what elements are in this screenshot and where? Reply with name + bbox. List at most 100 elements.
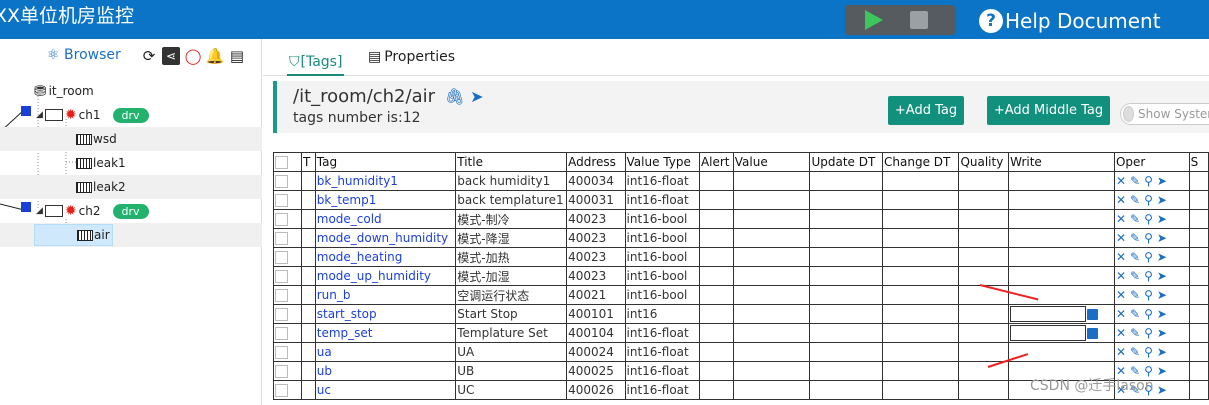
send-icon[interactable]: ➤ xyxy=(1157,288,1171,302)
book-icon[interactable]: ▤ xyxy=(228,47,246,65)
tree-node-leak2[interactable]: leak2 xyxy=(0,175,262,199)
row-checkbox[interactable] xyxy=(275,251,288,264)
row-checkbox[interactable] xyxy=(275,289,288,302)
send-icon[interactable]: ➤ xyxy=(1157,231,1171,245)
tag-link[interactable]: start_stop xyxy=(314,304,457,324)
share-icon[interactable]: ⋖ xyxy=(162,47,180,65)
tag-link[interactable]: ub xyxy=(314,361,457,381)
row-checkbox[interactable] xyxy=(275,327,288,340)
send-icon[interactable]: ➤ xyxy=(1157,345,1171,359)
table-row[interactable]: mode_up_humidity 模式-加湿 40023 int16-bool ✕✎⚲➤ xyxy=(273,266,1209,286)
row-checkbox[interactable] xyxy=(275,365,288,378)
paperclip-icon[interactable]: ⚲ xyxy=(1144,269,1157,283)
row-checkbox[interactable] xyxy=(275,270,288,283)
table-row[interactable]: bk_temp1 back templature1 400031 int16-floa… xyxy=(273,190,1209,210)
send-icon[interactable]: ➤ xyxy=(470,87,483,106)
paperclip-icon[interactable]: ⚲ xyxy=(1144,174,1157,188)
tree-node-wsd[interactable]: wsd xyxy=(0,127,262,151)
edit-icon[interactable]: ✎ xyxy=(1130,231,1144,245)
edit-icon[interactable]: ✎ xyxy=(1130,193,1144,207)
table-row[interactable]: temp_set Templature Set 400104 int16-float ✕… xyxy=(273,323,1209,343)
table-row[interactable]: run_b 空调运行状态 40021 int16-bool ✕✎⚲➤ xyxy=(273,285,1209,305)
paperclip-icon[interactable]: ⚲ xyxy=(1144,212,1157,226)
edit-icon[interactable]: ✎ xyxy=(1130,307,1144,321)
delete-icon[interactable]: ✕ xyxy=(1116,345,1130,359)
delete-icon[interactable]: ✕ xyxy=(1116,307,1130,321)
send-icon[interactable]: ➤ xyxy=(1157,364,1171,378)
edit-icon[interactable]: ✎ xyxy=(1130,269,1144,283)
tree-node-ch2[interactable]: ◢ ✹ ch2 drv xyxy=(0,199,262,223)
edit-icon[interactable]: ✎ xyxy=(1130,345,1144,359)
edit-icon[interactable]: ✎ xyxy=(1130,326,1144,340)
paperclip-icon[interactable]: 🖇 xyxy=(445,87,465,106)
delete-icon[interactable]: ✕ xyxy=(1116,250,1130,264)
delete-icon[interactable]: ✕ xyxy=(1116,288,1130,302)
send-icon[interactable]: ➤ xyxy=(1157,174,1171,188)
tag-link[interactable]: temp_set xyxy=(314,323,457,343)
delete-icon[interactable]: ✕ xyxy=(1116,231,1130,245)
send-icon[interactable]: ➤ xyxy=(1157,212,1171,226)
delete-icon[interactable]: ✕ xyxy=(1116,326,1130,340)
play-icon[interactable] xyxy=(865,10,883,30)
send-icon[interactable]: ➤ xyxy=(1157,250,1171,264)
table-row[interactable]: mode_heating 模式-加热 40023 int16-bool ✕✎⚲➤ xyxy=(273,247,1209,267)
add-middle-tag-button[interactable]: +Add Middle Tag xyxy=(987,96,1110,125)
tag-link[interactable]: mode_heating xyxy=(314,247,457,267)
edit-icon[interactable]: ✎ xyxy=(1130,288,1144,302)
row-checkbox[interactable] xyxy=(275,346,288,359)
bell-icon[interactable]: 🔔 xyxy=(206,47,225,65)
table-row[interactable]: mode_cold 模式-制冷 40023 int16-bool ✕✎⚲➤ xyxy=(273,209,1209,229)
tree-node-it-room[interactable]: ⛃ it_room xyxy=(0,79,262,103)
send-icon[interactable]: ➤ xyxy=(1157,326,1171,340)
tree-node-air[interactable]: air xyxy=(0,223,262,247)
tree-node-leak1[interactable]: leak1 xyxy=(0,151,262,175)
tag-link[interactable]: uc xyxy=(314,380,457,400)
paperclip-icon[interactable]: ⚲ xyxy=(1144,307,1157,321)
power-icon[interactable]: ◯ xyxy=(184,47,202,65)
table-row[interactable]: mode_down_humidity 模式-降湿 40023 int16-bool ✕✎… xyxy=(273,228,1209,248)
table-row[interactable]: start_stop Start Stop 400101 int16 ✕✎⚲➤ xyxy=(273,304,1209,324)
paperclip-icon[interactable]: ⚲ xyxy=(1144,326,1157,340)
send-icon[interactable]: ➤ xyxy=(1157,269,1171,283)
help-document-link[interactable]: ? Help Document xyxy=(979,7,1161,35)
edit-icon[interactable]: ✎ xyxy=(1130,250,1144,264)
row-checkbox[interactable] xyxy=(275,213,288,226)
delete-icon[interactable]: ✕ xyxy=(1116,193,1130,207)
tag-link[interactable]: mode_down_humidity xyxy=(314,228,457,248)
tag-link[interactable]: mode_up_humidity xyxy=(314,266,457,286)
row-checkbox[interactable] xyxy=(275,232,288,245)
paperclip-icon[interactable]: ⚲ xyxy=(1144,193,1157,207)
send-icon[interactable]: ➤ xyxy=(1157,307,1171,321)
edit-icon[interactable]: ✎ xyxy=(1130,174,1144,188)
row-checkbox[interactable] xyxy=(275,384,288,397)
delete-icon[interactable]: ✕ xyxy=(1116,212,1130,226)
expand-icon[interactable]: ◢ xyxy=(36,206,43,216)
send-icon[interactable]: ➤ xyxy=(1157,193,1171,207)
tab-properties[interactable]: ▤ Properties xyxy=(368,49,455,65)
write-submit-icon[interactable] xyxy=(1087,327,1099,339)
tag-link[interactable]: ua xyxy=(314,342,457,362)
add-tag-button[interactable]: +Add Tag xyxy=(888,96,964,125)
delete-icon[interactable]: ✕ xyxy=(1116,269,1130,283)
tab-tags[interactable]: ⛉ [Tags] xyxy=(287,49,345,76)
select-all-checkbox[interactable] xyxy=(275,156,288,169)
edit-icon[interactable]: ✎ xyxy=(1130,212,1144,226)
paperclip-icon[interactable]: ⚲ xyxy=(1144,345,1157,359)
send-icon[interactable]: ➤ xyxy=(1157,383,1171,397)
browser-tab[interactable]: ⚛ Browser xyxy=(47,47,121,63)
refresh-icon[interactable]: ⟳ xyxy=(140,47,158,65)
row-checkbox[interactable] xyxy=(275,308,288,321)
stop-icon[interactable] xyxy=(910,11,928,29)
show-system-toggle[interactable]: Show System xyxy=(1120,103,1209,125)
tree-node-ch1[interactable]: ◢ ✹ ch1 drv xyxy=(0,103,262,127)
tag-link[interactable]: bk_temp1 xyxy=(314,190,457,210)
table-row[interactable]: bk_humidity1 back humidity1 400034 int16-fl… xyxy=(273,171,1209,191)
paperclip-icon[interactable]: ⚲ xyxy=(1144,250,1157,264)
expand-icon[interactable]: ◢ xyxy=(36,110,43,120)
row-checkbox[interactable] xyxy=(275,194,288,207)
table-row[interactable]: ua UA 400024 int16-float ✕✎⚲➤ xyxy=(273,342,1209,362)
paperclip-icon[interactable]: ⚲ xyxy=(1144,288,1157,302)
tag-link[interactable]: run_b xyxy=(314,285,457,305)
write-input[interactable] xyxy=(1010,306,1087,322)
paperclip-icon[interactable]: ⚲ xyxy=(1144,231,1157,245)
